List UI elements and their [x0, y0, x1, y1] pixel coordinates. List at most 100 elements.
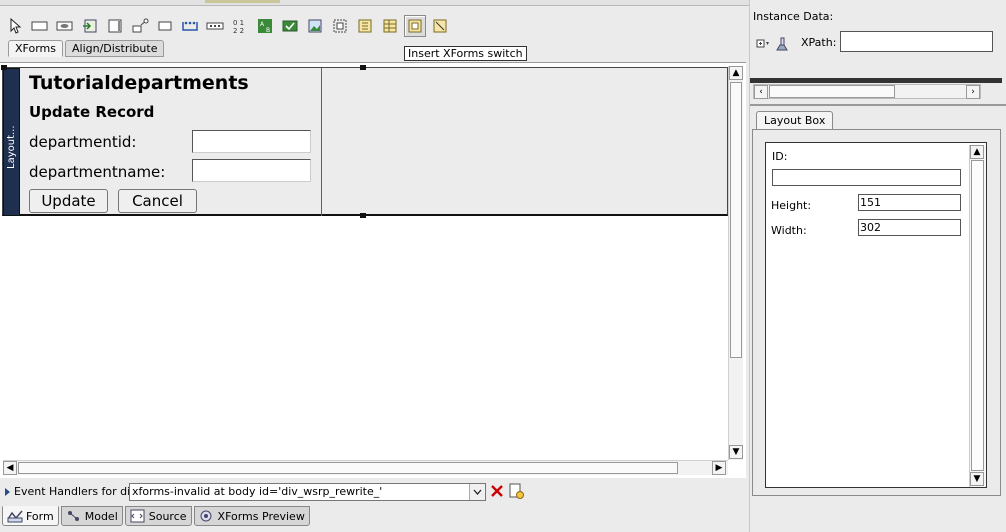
- xforms-designer: 0 12 2 AB XForms Align/Distribute Insert…: [0, 0, 749, 532]
- layout-box-properties: ID: Height: 151 Width: 302 ▲ ▼: [765, 142, 987, 488]
- horizontal-scroll-thumb[interactable]: [18, 462, 678, 474]
- tab-model[interactable]: Model: [60, 506, 123, 526]
- departmentname-label: departmentname:: [29, 163, 166, 181]
- event-handlers-selected: xforms-invalid at body id='div_wsrp_rewr…: [132, 485, 383, 498]
- id-input[interactable]: [772, 169, 961, 186]
- add-handler-icon[interactable]: [508, 483, 524, 502]
- properties-vertical-scrollbar[interactable]: ▲ ▼: [969, 145, 986, 487]
- guide-line: [321, 68, 322, 216]
- tab-source[interactable]: Source: [124, 506, 192, 526]
- event-handlers-bar: Event Handlers for div xforms-invalid at…: [0, 482, 749, 502]
- group-icon[interactable]: [329, 15, 351, 37]
- tab-xforms[interactable]: XForms: [8, 40, 63, 57]
- tab-source-label: Source: [148, 509, 187, 523]
- vertical-scroll-thumb[interactable]: [730, 82, 742, 358]
- expand-tree-icon[interactable]: [756, 39, 770, 49]
- properties-panel: Instance Data: XPath: ‹ › Layout Box ID:…: [749, 0, 1006, 532]
- palette-tabs: XForms Align/Distribute: [8, 40, 165, 57]
- preview-icon: [200, 510, 212, 522]
- repeat-icon[interactable]: [354, 15, 376, 37]
- update-button[interactable]: Update: [29, 189, 108, 213]
- scroll-down-icon[interactable]: ▼: [729, 445, 743, 459]
- view-tabs: Form Model Source XForms Preview: [2, 506, 310, 526]
- source-icon: [130, 509, 145, 523]
- table-icon[interactable]: [379, 15, 401, 37]
- layout-box[interactable]: Layout... Tutorialdepartments Update Rec…: [1, 65, 728, 218]
- width-label: Width:: [771, 224, 807, 237]
- properties-scroll-thumb[interactable]: [971, 160, 984, 471]
- expand-triangle-icon[interactable]: [4, 487, 11, 497]
- select-icon[interactable]: [204, 15, 226, 37]
- editor-tab-strip: [0, 0, 749, 6]
- instance-tools: [756, 36, 790, 52]
- delete-handler-icon[interactable]: [490, 484, 504, 501]
- textarea-icon[interactable]: [104, 15, 126, 37]
- width-input[interactable]: 302: [858, 219, 961, 236]
- range-icon[interactable]: 0 12 2: [229, 15, 251, 37]
- cancel-button[interactable]: Cancel: [118, 189, 197, 213]
- tab-form[interactable]: Form: [2, 506, 59, 526]
- model-icon: [67, 511, 79, 521]
- xpath-label: XPath:: [801, 36, 837, 49]
- scroll-left-icon[interactable]: ‹: [754, 85, 768, 99]
- instance-tool-icon[interactable]: [774, 36, 790, 52]
- form-subtitle: Update Record: [29, 103, 155, 121]
- event-handlers-label-group: Event Handlers for div: [4, 485, 137, 498]
- layout-box-tab[interactable]: Layout...: [3, 68, 20, 216]
- scroll-right-icon[interactable]: ›: [966, 85, 980, 99]
- output-icon[interactable]: [154, 15, 176, 37]
- form-title: Tutorialdepartments: [29, 72, 249, 94]
- tooltip: Insert XForms switch: [404, 46, 527, 61]
- input-field-icon[interactable]: [29, 15, 51, 37]
- panel-divider: [750, 104, 1006, 106]
- secret-field-icon[interactable]: [54, 15, 76, 37]
- scroll-left-icon[interactable]: ◀: [3, 461, 17, 475]
- image-icon[interactable]: [304, 15, 326, 37]
- xpath-input[interactable]: [840, 31, 993, 52]
- departmentid-input[interactable]: [192, 130, 311, 153]
- departmentid-label: departmentid:: [29, 133, 137, 151]
- scroll-up-icon[interactable]: ▲: [970, 145, 984, 159]
- tab-xforms-preview-label: XForms Preview: [217, 509, 305, 523]
- svg-text:B: B: [266, 27, 270, 34]
- tab-xforms-preview[interactable]: XForms Preview: [193, 506, 310, 526]
- upload-icon[interactable]: [79, 15, 101, 37]
- resize-handle-top[interactable]: [360, 65, 366, 70]
- tab-align-distribute[interactable]: Align/Distribute: [64, 40, 165, 57]
- select-pointer-icon[interactable]: [4, 15, 26, 37]
- departmentname-input[interactable]: [192, 159, 311, 182]
- layout-box-tab-label: Layout...: [6, 125, 17, 169]
- scroll-right-icon[interactable]: ▶: [712, 461, 726, 475]
- layout-box-properties-frame: ID: Height: 151 Width: 302 ▲ ▼: [752, 129, 1001, 496]
- svg-text:0 1: 0 1: [233, 19, 244, 27]
- tab-form-label: Form: [26, 509, 54, 523]
- instance-tree-area: [750, 78, 1002, 83]
- event-handlers-label: Event Handlers for div: [14, 485, 137, 498]
- height-label: Height:: [771, 199, 812, 212]
- svg-text:2 2: 2 2: [233, 27, 244, 34]
- canvas-horizontal-scrollbar[interactable]: ◀ ▶: [3, 460, 728, 475]
- xforms-palette: 0 12 2 AB: [4, 13, 451, 39]
- checkbox-icon[interactable]: [279, 15, 301, 37]
- tab-layout-box[interactable]: Layout Box: [756, 111, 834, 130]
- form-icon: [7, 510, 23, 523]
- submit-icon[interactable]: AB: [254, 15, 276, 37]
- scroll-up-icon[interactable]: ▲: [729, 66, 743, 80]
- trigger-icon[interactable]: [129, 15, 151, 37]
- editor-tab-indicator[interactable]: [205, 0, 280, 3]
- chevron-down-icon[interactable]: [469, 484, 485, 500]
- instance-scroll-thumb[interactable]: [769, 85, 895, 98]
- instance-data-title: Instance Data:: [753, 10, 834, 23]
- resize-handle-left[interactable]: [1, 65, 7, 70]
- select1-icon[interactable]: [179, 15, 201, 37]
- tab-model-label: Model: [84, 509, 118, 523]
- switch-icon[interactable]: [404, 15, 426, 37]
- instance-horizontal-scrollbar[interactable]: ‹ ›: [753, 84, 981, 99]
- height-input[interactable]: 151: [858, 194, 961, 211]
- canvas-vertical-scrollbar[interactable]: ▲ ▼: [728, 66, 743, 460]
- scroll-down-icon[interactable]: ▼: [970, 472, 984, 486]
- resize-handle-bottom[interactable]: [360, 213, 366, 218]
- event-handlers-select[interactable]: xforms-invalid at body id='div_wsrp_rewr…: [129, 483, 486, 501]
- case-icon[interactable]: [429, 15, 451, 37]
- design-canvas[interactable]: Layout... Tutorialdepartments Update Rec…: [0, 62, 746, 478]
